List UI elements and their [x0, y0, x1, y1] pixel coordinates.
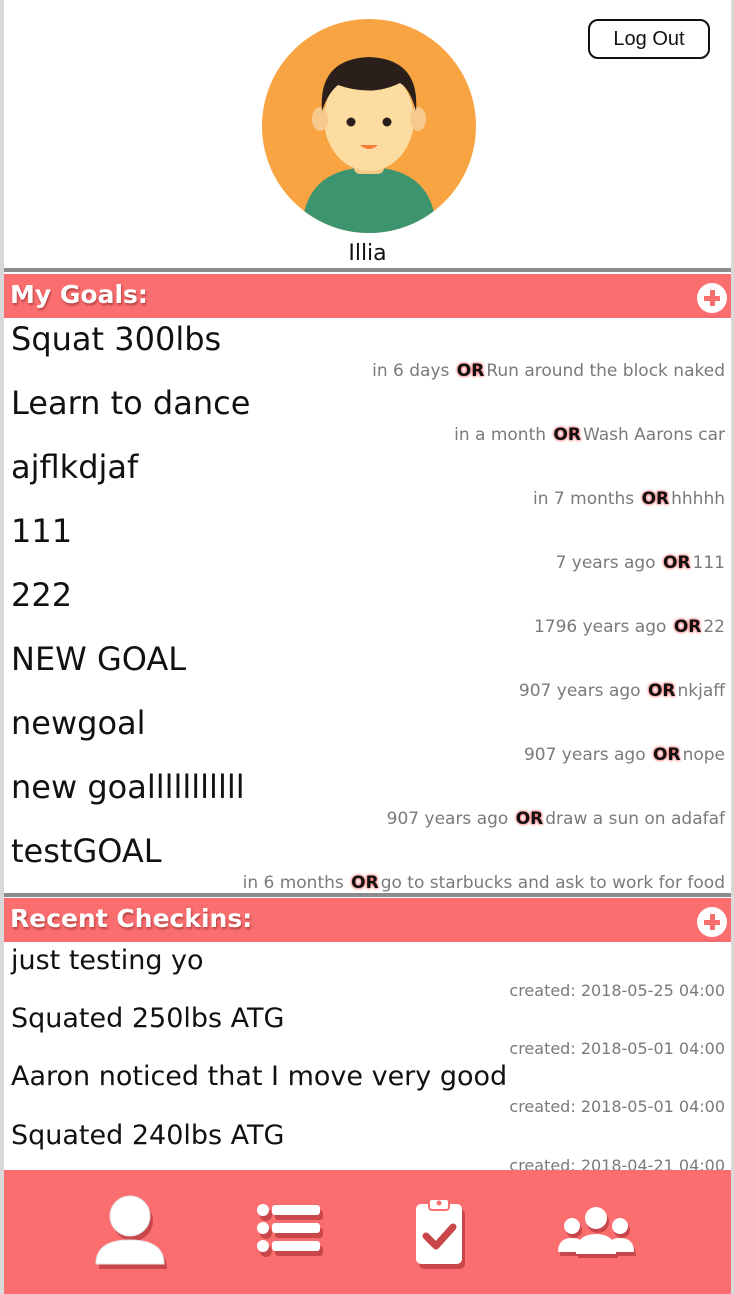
goal-meta: 907 years ago OR nkjaff: [519, 681, 725, 701]
goal-item[interactable]: newgoal 907 years ago OR nope: [4, 704, 731, 768]
goal-item[interactable]: Squat 300lbs in 6 days OR Run around the …: [4, 320, 731, 384]
avatar: [262, 19, 476, 233]
goal-title: 222: [11, 576, 73, 614]
nav-checkins-button[interactable]: [404, 1194, 484, 1274]
goal-title: newgoal: [11, 704, 146, 742]
goal-deadline: 907 years ago: [386, 809, 509, 829]
goal-deadline: in 6 months: [242, 873, 344, 893]
or-label: OR: [641, 489, 670, 509]
nav-profile-button[interactable]: [92, 1194, 172, 1274]
goal-meta: 907 years ago OR nope: [524, 745, 725, 765]
group-icon: [558, 1207, 636, 1258]
goal-meta: 1796 years ago OR 22: [534, 617, 725, 637]
goal-title: 111: [11, 512, 73, 550]
goal-title: Squat 300lbs: [11, 320, 222, 358]
or-label: OR: [673, 617, 702, 637]
or-label: OR: [647, 681, 676, 701]
goal-meta: in a month OR Wash Aarons car: [454, 425, 725, 445]
goal-title: ajflkdjaf: [11, 448, 139, 486]
goal-item[interactable]: ajflkdjaf in 7 months OR hhhhh: [4, 448, 731, 512]
goal-item[interactable]: NEW GOAL 907 years ago OR nkjaff: [4, 640, 731, 704]
goal-deadline: 907 years ago: [523, 745, 646, 765]
goal-penalty: 22: [703, 617, 725, 637]
or-label: OR: [653, 745, 681, 765]
checkins-list[interactable]: just testing yo created: 2018-05-25 04:0…: [4, 943, 731, 1170]
goal-title: testGOAL: [11, 832, 162, 870]
goals-section-title: My Goals:: [10, 280, 148, 309]
list-icon: [257, 1204, 323, 1257]
goal-meta: in 7 months OR hhhhh: [533, 489, 725, 509]
divider: [4, 268, 731, 272]
goal-item[interactable]: 222 1796 years ago OR 22: [4, 576, 731, 640]
checkin-title: just testing yo: [11, 945, 204, 976]
goals-section-header: My Goals:: [4, 274, 731, 318]
app-page: Log Out Illia My Goals: Squat 300lbs in …: [0, 0, 734, 1294]
goal-penalty: hhhhh: [671, 489, 725, 509]
goal-deadline: 907 years ago: [518, 681, 641, 701]
goal-title: new goalllllllllll: [11, 768, 245, 806]
goal-deadline: in 6 days: [372, 361, 450, 381]
goal-penalty: nkjaff: [677, 681, 725, 701]
goal-penalty: Wash Aarons car: [582, 425, 725, 445]
user-icon: [95, 1195, 167, 1269]
checkin-item[interactable]: just testing yo created: 2018-05-25 04:0…: [4, 943, 731, 1001]
or-label: OR: [351, 873, 379, 893]
checkin-item[interactable]: Aaron noticed that I move very good crea…: [4, 1059, 731, 1117]
profile-header: Log Out Illia: [4, 0, 731, 268]
checkin-created: created: 2018-04-21 04:00: [509, 1156, 725, 1170]
checkin-title: Aaron noticed that I move very good: [11, 1061, 508, 1092]
goal-meta: in 6 months OR go to starbucks and ask to…: [243, 873, 725, 893]
goal-meta: 7 years ago OR 111: [556, 553, 725, 573]
checkin-created: created: 2018-05-01 04:00: [509, 1097, 725, 1116]
logout-button[interactable]: Log Out: [588, 19, 710, 59]
nav-goals-button[interactable]: [250, 1194, 330, 1274]
or-label: OR: [515, 809, 544, 829]
checkin-item[interactable]: Squated 250lbs ATG created: 2018-05-01 0…: [4, 1001, 731, 1059]
checkins-section-title: Recent Checkins:: [10, 904, 253, 933]
checkin-created: created: 2018-05-25 04:00: [509, 981, 725, 1000]
goal-deadline: 7 years ago: [555, 553, 656, 573]
clipboard-check-icon: [416, 1198, 465, 1269]
bottom-nav: [4, 1170, 731, 1294]
goal-item[interactable]: testGOAL in 6 months OR go to starbucks a…: [4, 832, 731, 896]
goal-penalty: draw a sun on adafaf: [545, 809, 725, 829]
goal-penalty: 111: [692, 553, 725, 573]
goal-deadline: 1796 years ago: [533, 617, 667, 637]
add-checkin-button[interactable]: [697, 907, 727, 937]
avatar-image: [262, 19, 476, 233]
goal-item[interactable]: Learn to dance in a month OR Wash Aarons …: [4, 384, 731, 448]
checkin-title: Squated 240lbs ATG: [11, 1120, 285, 1151]
or-label: OR: [456, 361, 485, 381]
goal-deadline: in a month: [454, 425, 547, 445]
divider: [4, 893, 731, 897]
goal-deadline: in 7 months: [533, 489, 635, 509]
checkin-created: created: 2018-05-01 04:00: [509, 1039, 725, 1058]
goal-item[interactable]: new goalllllllllll 907 years ago OR draw …: [4, 768, 731, 832]
goal-penalty: nope: [682, 745, 725, 765]
goal-item[interactable]: 111 7 years ago OR 111: [4, 512, 731, 576]
checkin-title: Squated 250lbs ATG: [11, 1003, 285, 1034]
goal-meta: in 6 days OR Run around the block naked: [372, 361, 725, 381]
add-goal-button[interactable]: [697, 283, 727, 313]
or-label: OR: [553, 425, 581, 445]
nav-friends-button[interactable]: [556, 1194, 636, 1274]
goal-title: Learn to dance: [11, 384, 251, 422]
goal-title: NEW GOAL: [11, 640, 187, 678]
checkin-item[interactable]: Squated 240lbs ATG created: 2018-04-21 0…: [4, 1118, 731, 1170]
goal-penalty: go to starbucks and ask to work for food: [380, 873, 725, 893]
or-label: OR: [663, 553, 691, 573]
checkins-section-header: Recent Checkins:: [4, 898, 731, 942]
goal-meta: 907 years ago OR draw a sun on adafaf: [387, 809, 725, 829]
username: Illia: [348, 241, 387, 266]
goal-penalty: Run around the block naked: [486, 361, 725, 381]
